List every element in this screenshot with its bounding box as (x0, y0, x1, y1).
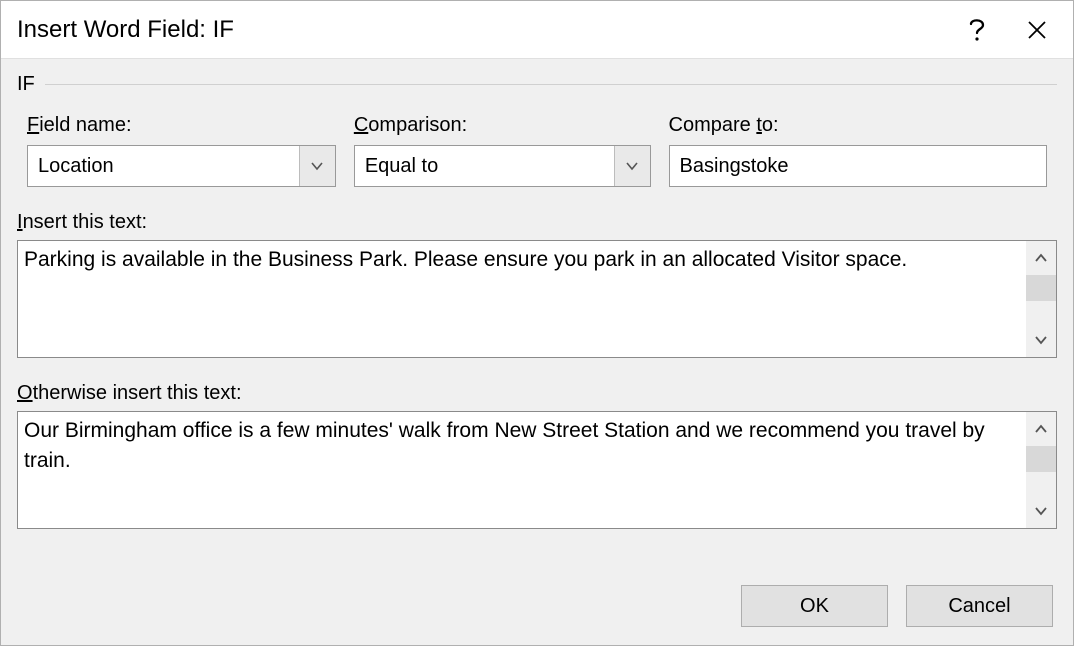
scroll-thumb[interactable] (1026, 275, 1056, 301)
insert-text-label: Insert this text: (17, 211, 1057, 234)
scroll-thumb[interactable] (1026, 446, 1056, 472)
ok-button[interactable]: OK (741, 585, 888, 627)
chevron-down-icon (1034, 335, 1048, 345)
scroll-down-button[interactable] (1026, 323, 1056, 357)
chevron-down-icon (625, 161, 639, 171)
close-button[interactable] (1007, 1, 1067, 59)
criteria-row: Field name: Location Comparison: Equal t… (17, 114, 1057, 187)
field-name-dropdown-button[interactable] (299, 146, 335, 186)
otherwise-text-scrollbar[interactable] (1026, 412, 1056, 528)
insert-text-area[interactable]: Parking is available in the Business Par… (18, 241, 1026, 357)
field-name-value: Location (28, 155, 299, 178)
group-divider (45, 84, 1057, 85)
field-name-label: Field name: (27, 114, 336, 137)
group-header: IF (17, 73, 1057, 96)
titlebar: Insert Word Field: IF (1, 1, 1073, 59)
compare-to-input[interactable]: Basingstoke (669, 145, 1047, 187)
dialog-insert-word-field-if: Insert Word Field: IF IF Field name: Loc… (0, 0, 1074, 646)
comparison-dropdown-button[interactable] (614, 146, 650, 186)
chevron-up-icon (1034, 424, 1048, 434)
insert-text-scrollbar[interactable] (1026, 241, 1056, 357)
chevron-down-icon (1034, 506, 1048, 516)
scroll-track (1026, 472, 1056, 494)
field-name-column: Field name: Location (27, 114, 336, 187)
help-icon (968, 16, 986, 44)
group-label: IF (17, 73, 43, 96)
compare-to-label: Compare to: (669, 114, 1047, 137)
compare-to-column: Compare to: Basingstoke (669, 114, 1047, 187)
comparison-label: Comparison: (354, 114, 651, 137)
chevron-down-icon (310, 161, 324, 171)
chevron-up-icon (1034, 253, 1048, 263)
otherwise-text-area-wrap: Our Birmingham office is a few minutes' … (17, 411, 1057, 529)
scroll-down-button[interactable] (1026, 494, 1056, 528)
cancel-button[interactable]: Cancel (906, 585, 1053, 627)
dialog-body: IF Field name: Location Comparison: (1, 59, 1073, 645)
insert-text-area-wrap: Parking is available in the Business Par… (17, 240, 1057, 358)
otherwise-text-label: Otherwise insert this text: (17, 382, 1057, 405)
dialog-title: Insert Word Field: IF (17, 16, 947, 44)
scroll-track (1026, 301, 1056, 323)
help-button[interactable] (947, 1, 1007, 59)
close-icon (1027, 20, 1047, 40)
scroll-up-button[interactable] (1026, 241, 1056, 275)
comparison-combo[interactable]: Equal to (354, 145, 651, 187)
otherwise-text-area[interactable]: Our Birmingham office is a few minutes' … (18, 412, 1026, 528)
scroll-up-button[interactable] (1026, 412, 1056, 446)
comparison-value: Equal to (355, 155, 614, 178)
comparison-column: Comparison: Equal to (354, 114, 651, 187)
compare-to-value: Basingstoke (680, 155, 789, 178)
dialog-button-row: OK Cancel (17, 563, 1057, 627)
field-name-combo[interactable]: Location (27, 145, 336, 187)
